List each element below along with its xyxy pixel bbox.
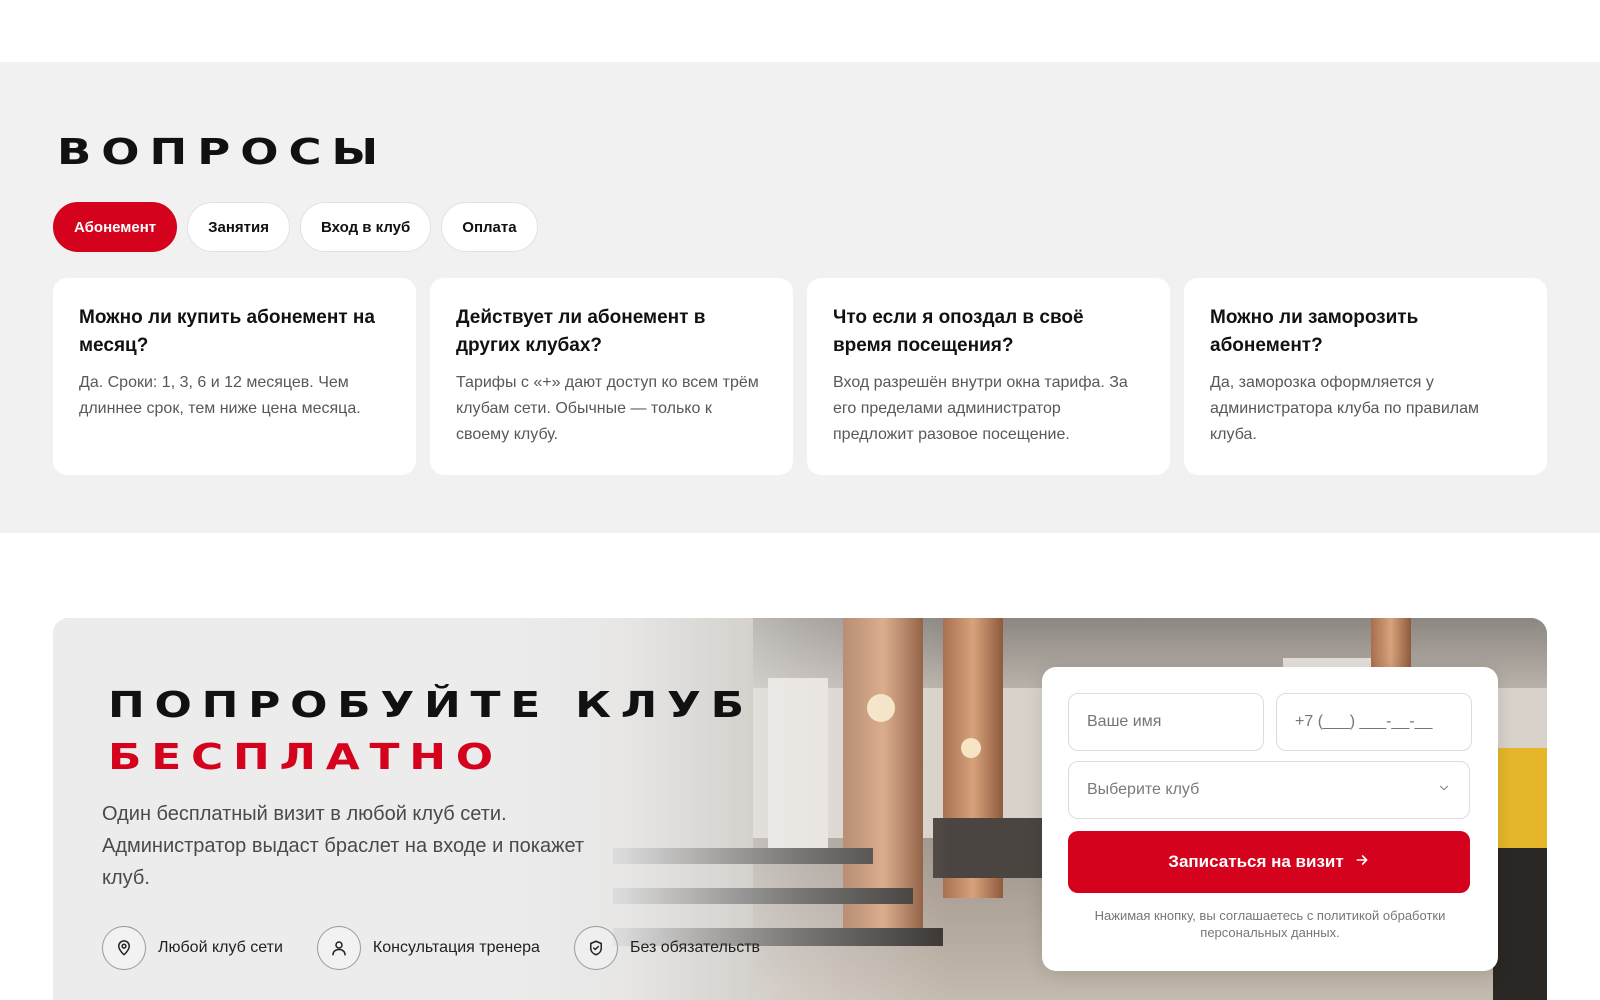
trial-title-line1: Попробуйте клуб [108,685,754,726]
visit-form: Выберите клуб Записаться на визит Нажима… [1042,667,1498,971]
trial-description: Один бесплатный визит в любой клуб сети.… [102,803,585,889]
name-input[interactable] [1087,713,1245,731]
faq-card: Действует ли абонемент в других клубах? … [430,278,793,475]
faq-tabs: Абонемент Занятия Вход в клуб Оплата [53,202,538,252]
faq-card: Можно ли купить абонемент на месяц? Да. … [53,278,416,475]
submit-visit-button[interactable]: Записаться на визит [1068,831,1470,893]
submit-label: Записаться на визит [1168,852,1344,871]
feature-label: Консультация тренера [372,939,540,956]
faq-cards: Можно ли купить абонемент на месяц? Да. … [53,278,1547,475]
user-icon [316,926,361,970]
faq-question: Что если я опоздал в своё время посещени… [833,307,1084,356]
faq-answer: Да, заморозка оформляется у администрато… [1210,374,1479,443]
tab-subscription[interactable]: Абонемент [53,202,178,252]
faq-answer: Да. Сроки: 1, 3, 6 и 12 месяцев. Чем дли… [79,374,361,417]
faq-question: Можно ли заморозить абонемент? [1210,307,1419,356]
chevron-down-icon [1437,781,1451,800]
faq-answer: Тарифы с «+» дают доступ ко всем трём кл… [456,374,759,443]
tab-classes[interactable]: Занятия [187,202,290,252]
arrow-right-icon [1354,852,1370,873]
location-pin-icon [102,926,146,970]
tab-club-entry[interactable]: Вход в клуб [300,202,432,252]
feature-label: Любой клуб сети [158,939,283,956]
tab-payment[interactable]: Оплата [441,202,538,252]
faq-title: Вопросы [57,132,389,173]
faq-card: Можно ли заморозить абонемент? Да, замор… [1184,278,1547,475]
feature-item: Без обязательств [573,926,761,970]
privacy-disclaimer: Нажимая кнопку, вы соглашаетесь с полити… [1094,908,1446,940]
shield-check-icon [573,926,618,970]
name-field[interactable] [1068,693,1264,751]
trial-title: Попробуйте клуб бесплатно [108,680,754,784]
faq-card: Что если я опоздал в своё время посещени… [807,278,1170,475]
feature-item: Консультация тренера [316,926,540,970]
trial-section: Попробуйте клуб бесплатно Один бесплатны… [53,618,1547,1000]
trial-features: Любой клуб сети Консультация тренера Без… [102,926,760,970]
form-row [1068,693,1472,751]
phone-field[interactable] [1276,693,1472,751]
faq-answer: Вход разрешён внутри окна тарифа. За его… [833,374,1128,443]
feature-item: Любой клуб сети [102,926,283,970]
faq-question: Действует ли абонемент в других клубах? [456,307,706,356]
club-select-placeholder: Выберите клуб [1087,781,1200,798]
club-select[interactable]: Выберите клуб [1068,761,1470,819]
faq-section: Вопросы Абонемент Занятия Вход в клуб Оп… [0,62,1600,533]
trial-title-line2: бесплатно [108,737,503,778]
feature-label: Без обязательств [629,939,761,956]
phone-input[interactable] [1295,713,1453,731]
faq-question: Можно ли купить абонемент на месяц? [79,307,375,356]
